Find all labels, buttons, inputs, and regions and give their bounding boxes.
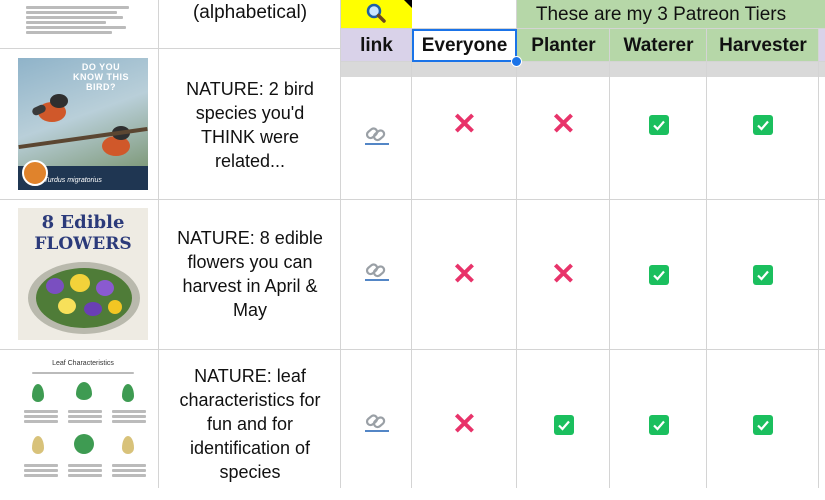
fill-handle[interactable]	[511, 56, 522, 67]
checkbox-checked-icon[interactable]	[753, 415, 773, 435]
bird-thumbnail-caption: Turdus migratorius	[44, 177, 102, 184]
column-header-planter[interactable]: Planter	[517, 29, 610, 62]
row-3-harvester-cell[interactable]	[707, 350, 819, 500]
checkbox-checked-icon[interactable]	[753, 264, 773, 285]
leaf-icon	[74, 434, 94, 454]
bird-thumbnail-title: DO YOU KNOW THIS BIRD?	[73, 62, 129, 92]
top-row-description: (alphabetical)	[192, 2, 308, 23]
link-icon[interactable]	[364, 262, 390, 287]
row-2-everyone-cell[interactable]: ✕	[412, 200, 517, 349]
link-icon[interactable]	[364, 413, 390, 438]
row-1-harvester-cell[interactable]	[707, 78, 819, 172]
selected-cell[interactable]	[412, 29, 517, 62]
column-header-harvester-label: Harvester	[719, 34, 807, 56]
tiers-banner-text: These are my 3 Patreon Tiers	[535, 3, 787, 25]
flowers-thumbnail: 8 Edible FLOWERS	[18, 208, 148, 340]
bird-icon	[30, 88, 72, 128]
link-icon[interactable]	[364, 126, 390, 151]
leaf-icon	[122, 436, 134, 454]
x-mark-icon: ✕	[451, 108, 478, 141]
column-header-link[interactable]: link	[341, 29, 412, 62]
row-1-link-cell[interactable]	[341, 78, 412, 199]
row-3-description: NATURE: leaf characteristics for fun and…	[179, 366, 321, 482]
leaf-icon	[32, 384, 44, 402]
column-header-link-label: link	[360, 34, 393, 56]
leaf-icon	[122, 384, 134, 402]
row-2-planter-cell[interactable]: ✕	[517, 200, 610, 349]
leaf-icon	[32, 436, 44, 454]
row-2-description: NATURE: 8 edible flowers you can harvest…	[177, 228, 323, 320]
flowers-thumbnail-title: 8 Edible	[41, 212, 125, 233]
search-cell[interactable]	[341, 0, 412, 28]
column-header-planter-label: Planter	[531, 34, 596, 56]
bird-thumbnail: DO YOU KNOW THIS BIRD? Turdus migratoriu…	[18, 58, 148, 190]
row-1-everyone-cell[interactable]: ✕	[412, 78, 517, 172]
row-1-description: NATURE: 2 bird species you'd THINK were …	[186, 79, 314, 171]
x-mark-icon: ✕	[451, 408, 478, 441]
tiers-banner: These are my 3 Patreon Tiers	[517, 0, 825, 29]
bird-icon	[96, 122, 136, 162]
row-1-waterer-cell[interactable]	[610, 78, 707, 172]
checkbox-checked-icon[interactable]	[553, 415, 574, 435]
column-header-empty	[819, 29, 825, 62]
x-mark-icon: ✕	[550, 108, 577, 141]
x-mark-icon: ✕	[550, 257, 577, 291]
row-3-link-cell[interactable]	[341, 350, 412, 500]
checkbox-checked-icon[interactable]	[648, 264, 669, 285]
row-2-link-cell[interactable]	[341, 200, 412, 349]
row-1-planter-cell[interactable]: ✕	[517, 78, 610, 172]
leaf-icon	[76, 382, 92, 400]
checkbox-checked-icon[interactable]	[648, 415, 669, 435]
row-3-waterer-cell[interactable]	[610, 350, 707, 500]
row-3-everyone-cell[interactable]: ✕	[412, 350, 517, 500]
row-2-waterer-cell[interactable]	[610, 200, 707, 349]
column-header-waterer-label: Waterer	[623, 34, 694, 56]
checkbox-checked-icon[interactable]	[648, 115, 669, 135]
bird-logo-icon	[22, 160, 48, 186]
x-mark-icon: ✕	[451, 257, 478, 291]
checkbox-checked-icon[interactable]	[753, 115, 773, 135]
row-2-harvester-cell[interactable]	[707, 200, 819, 349]
grey-band-row	[341, 62, 825, 77]
row-3-planter-cell[interactable]	[517, 350, 610, 500]
column-header-waterer[interactable]: Waterer	[610, 29, 707, 62]
leaf-thumbnail-title: Leaf Characteristics	[52, 360, 114, 367]
top-thumbnail	[18, 0, 148, 44]
leaf-thumbnail: Leaf Characteristics	[18, 356, 148, 488]
search-icon[interactable]	[365, 2, 387, 29]
flowers-thumbnail-subtitle: FLOWERS	[34, 234, 132, 254]
column-header-harvester[interactable]: Harvester	[707, 29, 819, 62]
